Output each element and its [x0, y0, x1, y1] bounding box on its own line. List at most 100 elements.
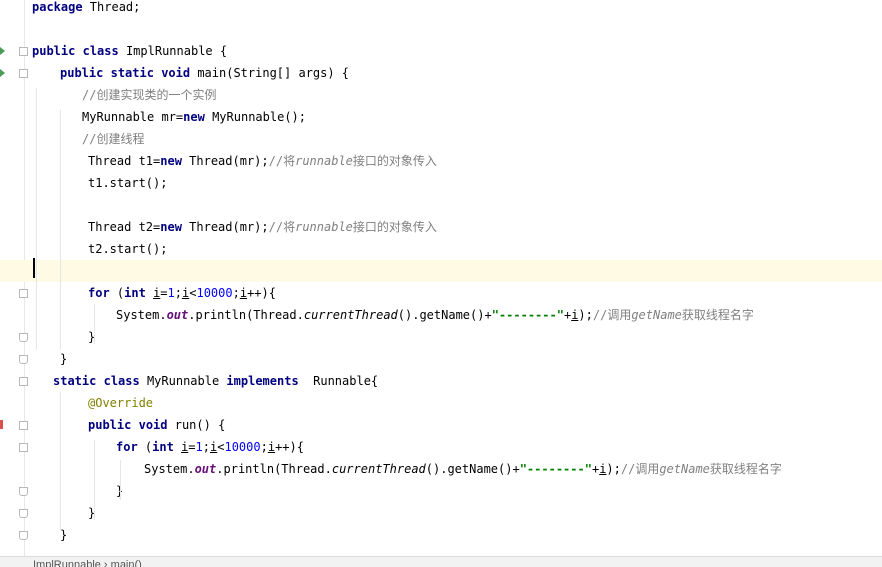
code-line[interactable]: System.out.println(Thread.currentThread(…	[0, 458, 882, 480]
code-token: public	[60, 66, 104, 80]
code-token: runnable	[295, 220, 353, 234]
code-token: for	[88, 286, 110, 300]
code-line[interactable]: t2.start();	[0, 238, 882, 260]
code-token: getName	[631, 308, 682, 322]
code-line[interactable]	[0, 194, 882, 216]
code-token: package	[32, 0, 83, 14]
code-line[interactable]: System.out.println(Thread.currentThread(…	[0, 304, 882, 326]
code-text: public void run() {	[88, 414, 225, 436]
code-editor[interactable]: package Thread; public class ImplRunnable…	[0, 0, 882, 556]
code-token: MyRunnable	[139, 374, 227, 388]
code-line[interactable]: t1.start();	[0, 172, 882, 194]
code-token: runnable	[295, 154, 353, 168]
fold-marker-icon[interactable]	[19, 333, 28, 342]
code-token: (	[109, 286, 125, 300]
fold-marker-icon[interactable]	[19, 47, 28, 56]
fold-marker-icon[interactable]	[19, 487, 28, 496]
fold-marker-icon[interactable]	[19, 69, 28, 78]
code-line[interactable]: MyRunnable mr=new MyRunnable();	[0, 106, 882, 128]
code-text: public static void main(String[] args) {	[60, 62, 349, 84]
code-token: ().getName()+	[397, 308, 492, 322]
indent-guide	[94, 304, 95, 344]
code-token: i	[267, 440, 276, 454]
code-token: new	[183, 110, 205, 124]
code-token: int	[124, 286, 146, 300]
code-token: 1	[195, 440, 203, 454]
code-token: @Override	[88, 396, 154, 410]
indent-guide	[36, 88, 37, 350]
code-text: package Thread;	[32, 0, 140, 18]
code-token: );	[606, 462, 621, 476]
code-line[interactable]: Thread t2=new Thread(mr);//将runnable接口的对…	[0, 216, 882, 238]
code-line[interactable]: static class MyRunnable implements Runna…	[0, 370, 882, 392]
code-text: MyRunnable mr=new MyRunnable();	[82, 106, 306, 128]
code-line[interactable]: public void run() {	[0, 414, 882, 436]
code-token: Thread t2=	[88, 220, 161, 234]
code-text: @Override	[88, 392, 153, 414]
code-token: public	[32, 44, 76, 58]
fold-marker-icon[interactable]	[19, 443, 28, 452]
code-token: ().getName()+	[425, 462, 520, 476]
code-text: //创建实现类的一个实例	[82, 84, 216, 106]
code-token: 获取线程名字	[709, 462, 782, 476]
code-line[interactable]: }	[0, 524, 882, 546]
fold-marker-icon[interactable]	[19, 531, 28, 540]
code-text: public class ImplRunnable {	[32, 40, 227, 62]
code-token: 10000	[196, 286, 233, 300]
code-text: }	[60, 524, 67, 546]
code-token: Runnable{	[298, 374, 379, 388]
code-token: MyRunnable();	[204, 110, 306, 124]
code-token: new	[160, 220, 182, 234]
code-token: i	[239, 286, 248, 300]
code-token: }	[60, 528, 68, 542]
code-line[interactable]: }	[0, 480, 882, 502]
code-line[interactable]: public class ImplRunnable {	[0, 40, 882, 62]
code-token: }	[60, 352, 68, 366]
code-line[interactable]: }	[0, 502, 882, 524]
code-token: for	[116, 440, 138, 454]
fold-marker-icon[interactable]	[19, 355, 28, 364]
code-line[interactable]: @Override	[0, 392, 882, 414]
code-text: }	[60, 348, 67, 370]
code-token: ;	[202, 440, 210, 454]
code-line[interactable]: Thread t1=new Thread(mr);//将runnable接口的对…	[0, 150, 882, 172]
code-line[interactable]	[0, 260, 882, 282]
fold-marker-icon[interactable]	[19, 377, 28, 386]
code-token: 接口的对象传入	[352, 220, 437, 234]
breadcrumb-bar[interactable]: ImplRunnable › main()	[0, 556, 882, 567]
code-token: currentThread	[303, 308, 398, 322]
indent-guide	[60, 392, 61, 530]
code-line[interactable]: }	[0, 326, 882, 348]
code-text: System.out.println(Thread.currentThread(…	[144, 458, 782, 480]
code-text: for (int i=1;i<10000;i++){	[116, 436, 304, 458]
code-token: 获取线程名字	[681, 308, 754, 322]
code-line[interactable]	[0, 18, 882, 40]
code-token: currentThread	[331, 462, 426, 476]
code-token: //创建实现类的一个实例	[82, 88, 217, 102]
code-line[interactable]: //创建实现类的一个实例	[0, 84, 882, 106]
code-line[interactable]: for (int i=1;i<10000;i++){	[0, 436, 882, 458]
fold-marker-icon[interactable]	[19, 509, 28, 518]
code-token: System.	[116, 308, 167, 322]
code-token: main(String[] args) {	[190, 66, 350, 80]
code-line[interactable]: }	[0, 348, 882, 370]
code-line[interactable]: //创建线程	[0, 128, 882, 150]
code-line[interactable]: package Thread;	[0, 0, 882, 18]
code-token: getName	[659, 462, 710, 476]
code-token: ;	[260, 440, 268, 454]
code-line[interactable]: for (int i=1;i<10000;i++){	[0, 282, 882, 304]
code-line[interactable]: public static void main(String[] args) {	[0, 62, 882, 84]
fold-marker-icon[interactable]	[19, 421, 28, 430]
code-token: implements	[226, 374, 299, 388]
code-token: ImplRunnable {	[118, 44, 228, 58]
code-token: Thread t1=	[88, 154, 161, 168]
fold-marker-icon[interactable]	[19, 289, 28, 298]
code-token: //将	[268, 220, 296, 234]
code-token: .println(Thread.	[216, 462, 332, 476]
code-token: =	[160, 286, 168, 300]
code-text: t1.start();	[88, 172, 167, 194]
code-token: (	[137, 440, 153, 454]
